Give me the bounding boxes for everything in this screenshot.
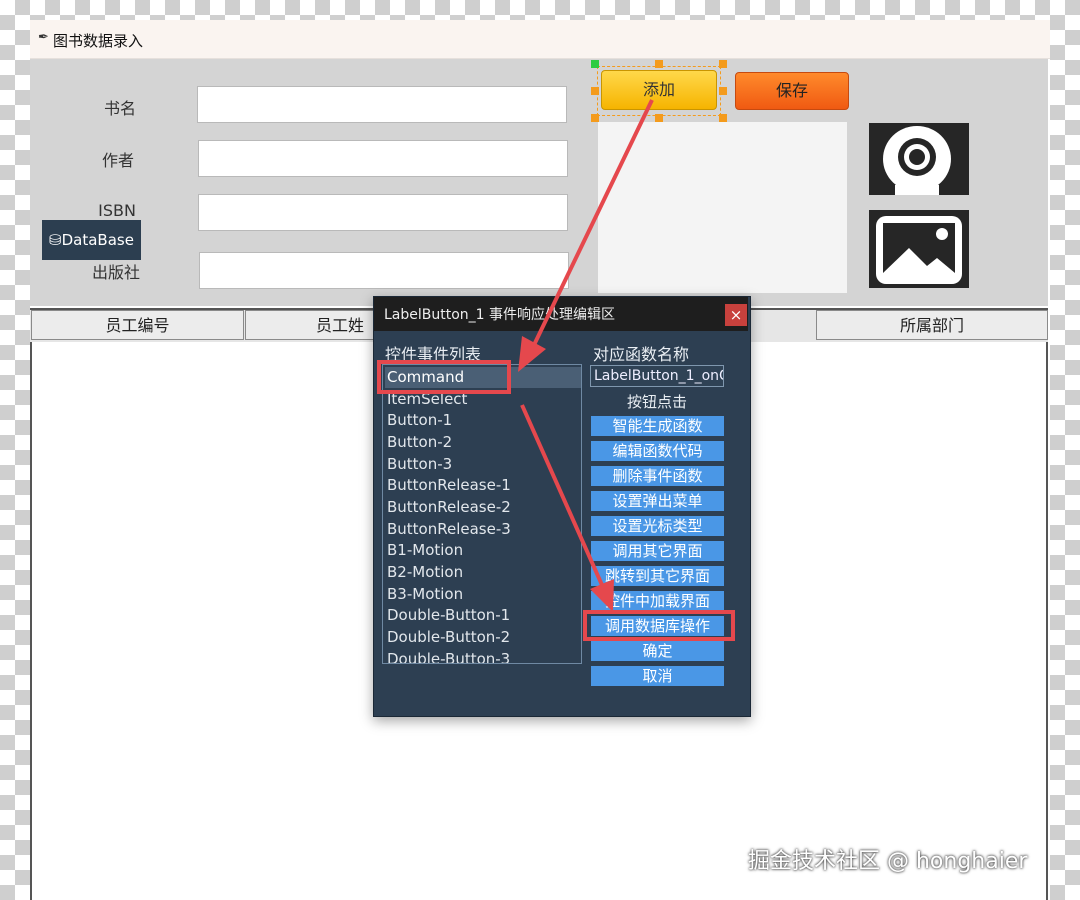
annotation-arrows [518,99,654,612]
watermark-text: 掘金技术社区 @ honghaier [748,849,1028,874]
arrow-to-command [518,99,654,372]
arrow-to-database [520,404,614,612]
